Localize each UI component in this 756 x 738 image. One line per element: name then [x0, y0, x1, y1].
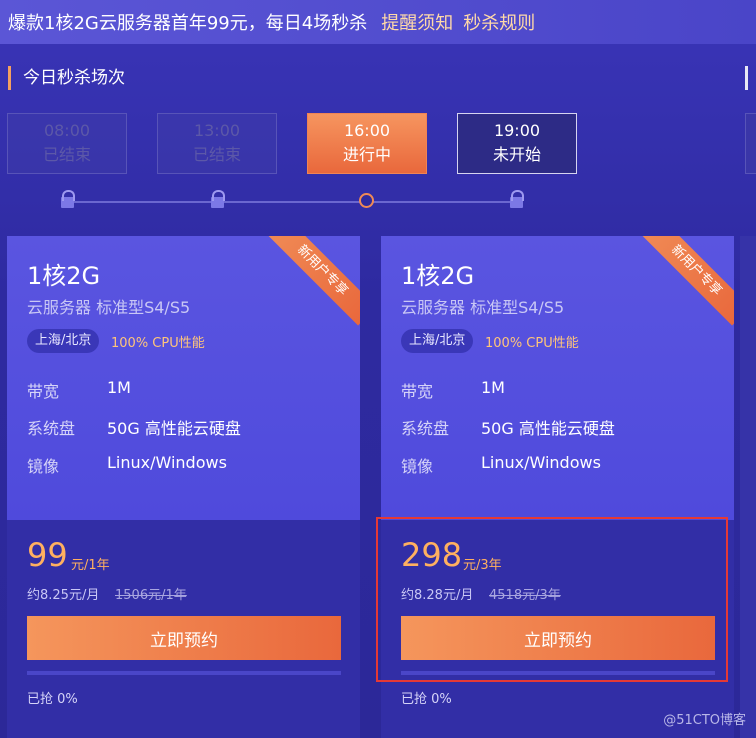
spec-value-image: Linux/Windows — [481, 453, 601, 472]
price-note: 约8.25元/月 — [27, 588, 100, 603]
lock-icon — [211, 190, 225, 208]
region-badge[interactable]: 上海/北京 — [401, 329, 474, 353]
spec-value-bandwidth: 1M — [481, 378, 505, 397]
spec-value-disk: 50G 高性能云硬盘 — [481, 419, 615, 438]
spec-subtitle: 云服务器 标准型S4/S5 — [401, 298, 565, 317]
progress-bar — [27, 671, 341, 675]
next-card-partial — [740, 236, 756, 738]
spec-label-bandwidth: 带宽 — [401, 382, 434, 401]
spec-label-image: 镜像 — [27, 457, 60, 476]
price-value: 99 — [27, 536, 68, 574]
spec-title: 1核2G — [27, 262, 101, 290]
highlight-box — [376, 517, 728, 682]
product-card-1: 新用户专享 1核2G 云服务器 标准型S4/S5 上海/北京 100% CPU性… — [7, 236, 360, 738]
lock-icon — [61, 190, 75, 208]
banner-text: 爆款1核2G云服务器首年99元，每日4场秒杀 — [8, 13, 368, 34]
spec-label-disk: 系统盘 — [27, 419, 76, 438]
session-status: 已结束 — [42, 145, 91, 164]
session-status: 已结束 — [192, 145, 241, 164]
session-time: 16:00 — [343, 121, 391, 140]
session-next-partial[interactable] — [745, 113, 756, 174]
watermark: @51CTO博客 — [663, 713, 746, 728]
spec-label-image: 镜像 — [401, 457, 434, 476]
spec-label-disk: 系统盘 — [401, 419, 450, 438]
grabbed-percent: 已抢 0% — [27, 692, 78, 707]
spec-title: 1核2G — [401, 262, 475, 290]
price-unit: 元/1年 — [71, 558, 110, 573]
spec-subtitle: 云服务器 标准型S4/S5 — [27, 298, 191, 317]
cpu-text: 100% CPU性能 — [111, 336, 205, 351]
session-time: 08:00 — [43, 121, 91, 140]
session-1600[interactable]: 16:00 进行中 — [307, 113, 427, 174]
rules-link[interactable]: 秒杀规则 — [463, 9, 535, 35]
session-1300[interactable]: 13:00 已结束 — [157, 113, 277, 174]
spec-value-bandwidth: 1M — [107, 378, 131, 397]
promo-banner: 爆款1核2G云服务器首年99元，每日4场秒杀 提醒须知 秒杀规则 — [0, 0, 756, 44]
spec-value-image: Linux/Windows — [107, 453, 227, 472]
session-0800[interactable]: 08:00 已结束 — [7, 113, 127, 174]
session-status: 未开始 — [492, 145, 541, 164]
spec-value-disk: 50G 高性能云硬盘 — [107, 419, 241, 438]
cpu-text: 100% CPU性能 — [485, 336, 579, 351]
session-status: 进行中 — [342, 145, 391, 164]
region-badge[interactable]: 上海/北京 — [27, 329, 100, 353]
grabbed-percent: 已抢 0% — [401, 692, 452, 707]
notice-link[interactable]: 提醒须知 — [381, 9, 453, 35]
session-time: 13:00 — [193, 121, 241, 140]
session-time: 19:00 — [493, 121, 541, 140]
session-1900[interactable]: 19:00 未开始 — [457, 113, 577, 174]
original-price: 1506元/1年 — [115, 588, 187, 603]
reserve-button[interactable]: 立即预约 — [27, 616, 341, 660]
active-session-dot-icon — [359, 193, 374, 208]
spec-label-bandwidth: 带宽 — [27, 382, 60, 401]
lock-icon — [510, 190, 524, 208]
section-title: 今日秒杀场次 — [8, 66, 125, 90]
timeline-line — [66, 201, 520, 203]
scroll-indicator — [745, 66, 748, 90]
